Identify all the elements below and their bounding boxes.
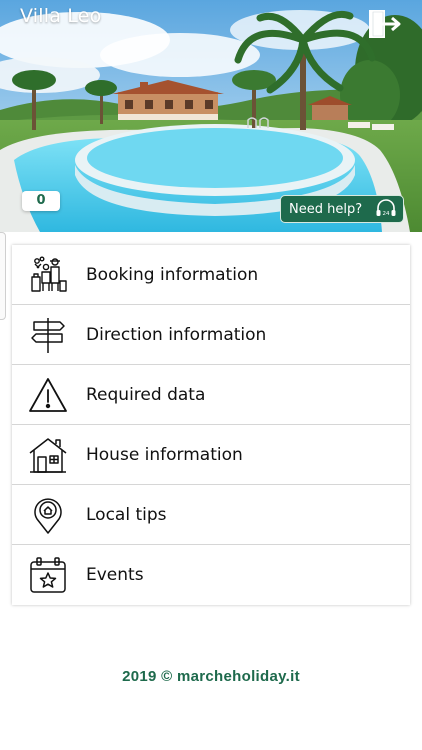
menu-item-direction-information[interactable]: Direction information (12, 305, 410, 365)
menu-item-label: Required data (86, 384, 206, 405)
menu-item-label: Direction information (86, 324, 267, 345)
menu-item-label: Booking information (86, 264, 259, 285)
menu-item-label: House information (86, 444, 243, 465)
logout-icon (369, 10, 401, 38)
menu-item-booking-information[interactable]: Booking information (12, 245, 410, 305)
need-help-button[interactable]: Need help? 24 (280, 195, 404, 223)
page-title: Villa Leo (20, 5, 102, 27)
travelers-icon (31, 256, 67, 292)
app-screen: Villa Leo 0 Need help? 24 Booking inform… (0, 0, 422, 750)
calendar-star-icon (30, 557, 66, 593)
svg-text:24: 24 (383, 211, 390, 217)
hero-banner: Villa Leo 0 Need help? 24 (0, 0, 422, 232)
footer-copyright: 2019 © marcheholiday.it (122, 668, 300, 685)
signpost-icon (31, 317, 65, 353)
menu-item-label: Events (86, 565, 144, 585)
menu-item-local-tips[interactable]: Local tips (12, 485, 410, 545)
menu-item-label: Local tips (86, 504, 167, 525)
logout-button[interactable] (365, 8, 405, 40)
house-icon (29, 437, 67, 473)
headset-24-icon: 24 (376, 199, 396, 217)
warning-icon (29, 377, 67, 412)
main-menu: Booking information Direction informatio… (12, 245, 410, 605)
menu-item-events[interactable]: Events (12, 545, 410, 605)
location-pin-icon (34, 497, 62, 534)
side-drawer-handle[interactable] (0, 232, 6, 320)
need-help-label: Need help? (289, 201, 363, 217)
menu-item-house-information[interactable]: House information (12, 425, 410, 485)
counter-badge[interactable]: 0 (22, 191, 60, 211)
menu-item-required-data[interactable]: Required data (12, 365, 410, 425)
